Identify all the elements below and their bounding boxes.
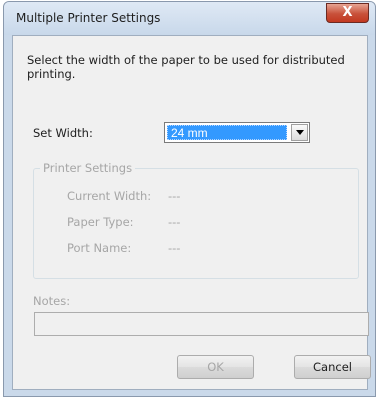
cancel-button[interactable]: Cancel [294, 355, 371, 379]
paper-type-label: Paper Type: [67, 215, 134, 229]
port-name-label: Port Name: [67, 241, 132, 255]
dialog-body: Select the width of the paper to be used… [12, 35, 371, 390]
description-text: Select the width of the paper to be used… [27, 53, 345, 81]
ok-button[interactable]: OK [177, 355, 254, 379]
dropdown-arrow-icon[interactable] [291, 124, 308, 141]
notes-field[interactable] [34, 312, 369, 336]
dialog-window: Multiple Printer Settings X Select the w… [3, 1, 376, 397]
set-width-select[interactable]: 24 mm [164, 122, 310, 143]
close-button[interactable]: X [326, 3, 369, 23]
printer-settings-group: Printer Settings Current Width: --- Pape… [33, 161, 359, 279]
current-width-value: --- [168, 189, 181, 203]
set-width-label: Set Width: [33, 126, 93, 140]
close-icon: X [342, 5, 353, 20]
window-title: Multiple Printer Settings [16, 11, 161, 25]
port-name-value: --- [168, 241, 181, 255]
paper-type-value: --- [168, 215, 181, 229]
current-width-label: Current Width: [67, 189, 152, 203]
title-bar[interactable]: Multiple Printer Settings X [4, 2, 375, 35]
notes-label: Notes: [33, 294, 71, 308]
printer-settings-legend: Printer Settings [40, 161, 136, 175]
set-width-selected-value: 24 mm [167, 125, 287, 140]
